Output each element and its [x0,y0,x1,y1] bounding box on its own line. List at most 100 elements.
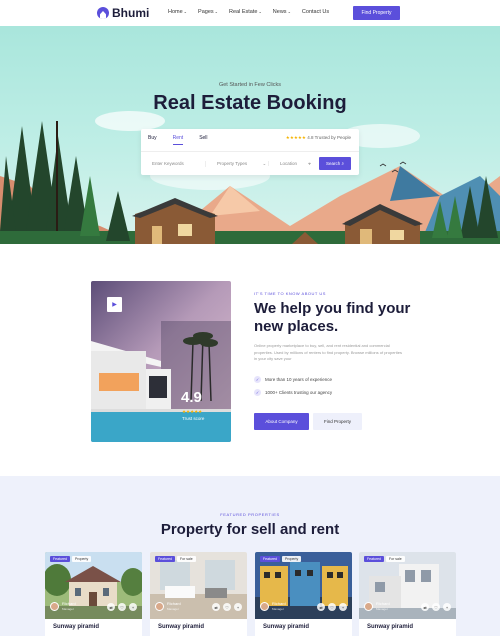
type-badge: For sale [177,556,196,562]
about-company-button[interactable]: About Company [254,413,309,430]
top-navbar: Bhumi Home⌄ Pages⌄ Real Estate⌄ News⌄ Co… [0,0,500,26]
property-image: Featured Property Richard Manager ⇄ ♡ + [255,552,352,619]
card-badges: Featured For sale [155,556,196,562]
hero-section: Get Started in Few Clicks Real Estate Bo… [0,26,500,244]
share-icon[interactable]: ⇄ [317,603,325,611]
chevron-down-icon: ⌄ [258,9,262,14]
heart-icon[interactable]: ♡ [328,603,336,611]
property-image: Featured Property Richard Manager ⇄ ♡ + [45,552,142,619]
tab-buy[interactable]: Buy [148,135,157,145]
featured-badge: Featured [50,556,71,562]
heart-icon[interactable]: ♡ [223,603,231,611]
type-badge: For sale [386,556,405,562]
property-image: Featured For sale Richard Manager ⇄ ♡ + [359,552,456,619]
featured-badge: Featured [155,556,176,562]
share-icon[interactable]: ⇄ [107,603,115,611]
check-icon: ✓ [254,376,261,383]
featured-badge: Featured [260,556,281,562]
featured-kicker: FEATURED PROPERTIES [220,512,280,517]
chevron-down-icon: ⌄ [183,9,188,14]
agent-name-block: Richard Manager [167,601,181,611]
avatar [50,602,59,611]
agent-info: Richard Manager [155,601,181,611]
rating-stars: ★★★★★ [285,135,306,140]
about-section: ▶ 4.9 ★★★★★ Trust score IT'S TIME TO KNO… [0,244,500,476]
chevron-down-icon: ⌄ [262,160,267,166]
type-badge: Property [282,556,302,562]
search-tabs: Buy Rent Sell [148,135,208,145]
agent-name: Richard [62,601,76,606]
menu-item-news[interactable]: News⌄ [273,9,291,15]
share-icon[interactable]: ⇄ [421,603,429,611]
agent-role: Manager [167,606,179,611]
trust-score-stars: ★★★★★ [182,409,203,414]
menu-item-home[interactable]: Home⌄ [168,9,187,15]
heart-icon[interactable]: ♡ [118,603,126,611]
property-card[interactable]: Featured Property Richard Manager ⇄ ♡ + Sunw… [255,552,352,642]
search-fields: Enter Keywords Property Types ⌄ Location… [141,151,359,175]
property-type-label: Property Types [217,160,248,166]
type-badge: Property [72,556,92,562]
find-property-button[interactable]: Find Property [353,6,400,20]
property-card[interactable]: Featured For sale Richard Manager ⇄ ♡ + Sunw… [359,552,456,642]
trust-score-label: Trust score [182,416,205,421]
property-type-select[interactable]: Property Types ⌄ [205,160,268,167]
agent-name-block: Richard Manager [376,601,390,611]
featured-title: Property for sell and rent [160,521,340,538]
trust-score-value: 4.9 [181,389,202,406]
location-input[interactable]: Location ⌖ [268,161,314,166]
keywords-input[interactable]: Enter Keywords [141,161,205,166]
property-card[interactable]: Featured Property Richard Manager ⇄ ♡ + Sunw… [45,552,142,642]
check-icon: ✓ [254,389,261,396]
agent-info: Richard Manager [364,601,390,611]
plus-icon[interactable]: + [339,603,347,611]
agent-role: Manager [376,606,388,611]
menu-label: Pages [198,9,214,15]
plus-icon[interactable]: + [443,603,451,611]
agent-info: Richard Manager [260,601,286,611]
feature-check-label: 1000+ Clients trusting our agency [265,390,333,395]
menu-label: News [272,9,287,15]
chevron-down-icon: ⌄ [287,9,291,14]
play-video-button[interactable]: ▶ [107,297,122,312]
featured-section: FEATURED PROPERTIES Property for sell an… [0,476,500,642]
card-badges: Featured For sale [364,556,405,562]
property-card[interactable]: Featured For sale Richard Manager ⇄ ♡ + Sunw… [150,552,247,642]
search-button[interactable]: Search ⌕ [319,157,351,170]
location-label: Location [280,161,298,166]
avatar [260,602,269,611]
agent-name: Richard [376,601,390,606]
house-photo: ▶ 4.9 ★★★★★ Trust score [91,281,231,442]
card-badges: Featured Property [50,556,92,562]
property-name[interactable]: Sunway piramid [263,624,309,630]
about-description: Online property marketplace to buy, sell… [254,343,402,361]
find-property-secondary-button[interactable]: Find Property [313,413,362,430]
agent-role: Manager [272,606,284,611]
property-image: Featured For sale Richard Manager ⇄ ♡ + [150,552,247,619]
tab-sell[interactable]: Sell [199,135,207,145]
heart-icon[interactable]: ♡ [432,603,440,611]
tab-rent[interactable]: Rent [172,135,184,145]
about-title: We help you find your new places. [254,300,411,335]
avatar [155,602,164,611]
share-icon[interactable]: ⇄ [212,603,220,611]
menu-item-real-estate[interactable]: Real Estate⌄ [229,9,262,15]
property-name[interactable]: Sunway piramid [158,624,204,630]
search-icon: ⌕ [341,161,345,166]
play-icon: ▶ [112,302,117,308]
hero-title: Real Estate Booking [153,92,347,114]
plus-icon[interactable]: + [129,603,137,611]
property-name[interactable]: Sunway piramid [367,624,413,630]
menu-item-contact[interactable]: Contact Us [302,9,329,15]
about-kicker: IT'S TIME TO KNOW ABOUT US [254,291,326,296]
property-name[interactable]: Sunway piramid [53,624,99,630]
chevron-down-icon: ⌄ [214,9,218,14]
menu-label: Real Estate [229,9,258,15]
plus-icon[interactable]: + [234,603,242,611]
main-menu: Home⌄ Pages⌄ Real Estate⌄ News⌄ Contact … [168,9,329,15]
hero-kicker: Get Started in Few Clicks [218,82,282,88]
menu-item-pages[interactable]: Pages⌄ [198,9,218,15]
agent-role: Manager [62,606,74,611]
logo[interactable]: Bhumi [97,6,149,20]
feature-check-item: ✓ More than 10 years of experience [254,376,332,383]
